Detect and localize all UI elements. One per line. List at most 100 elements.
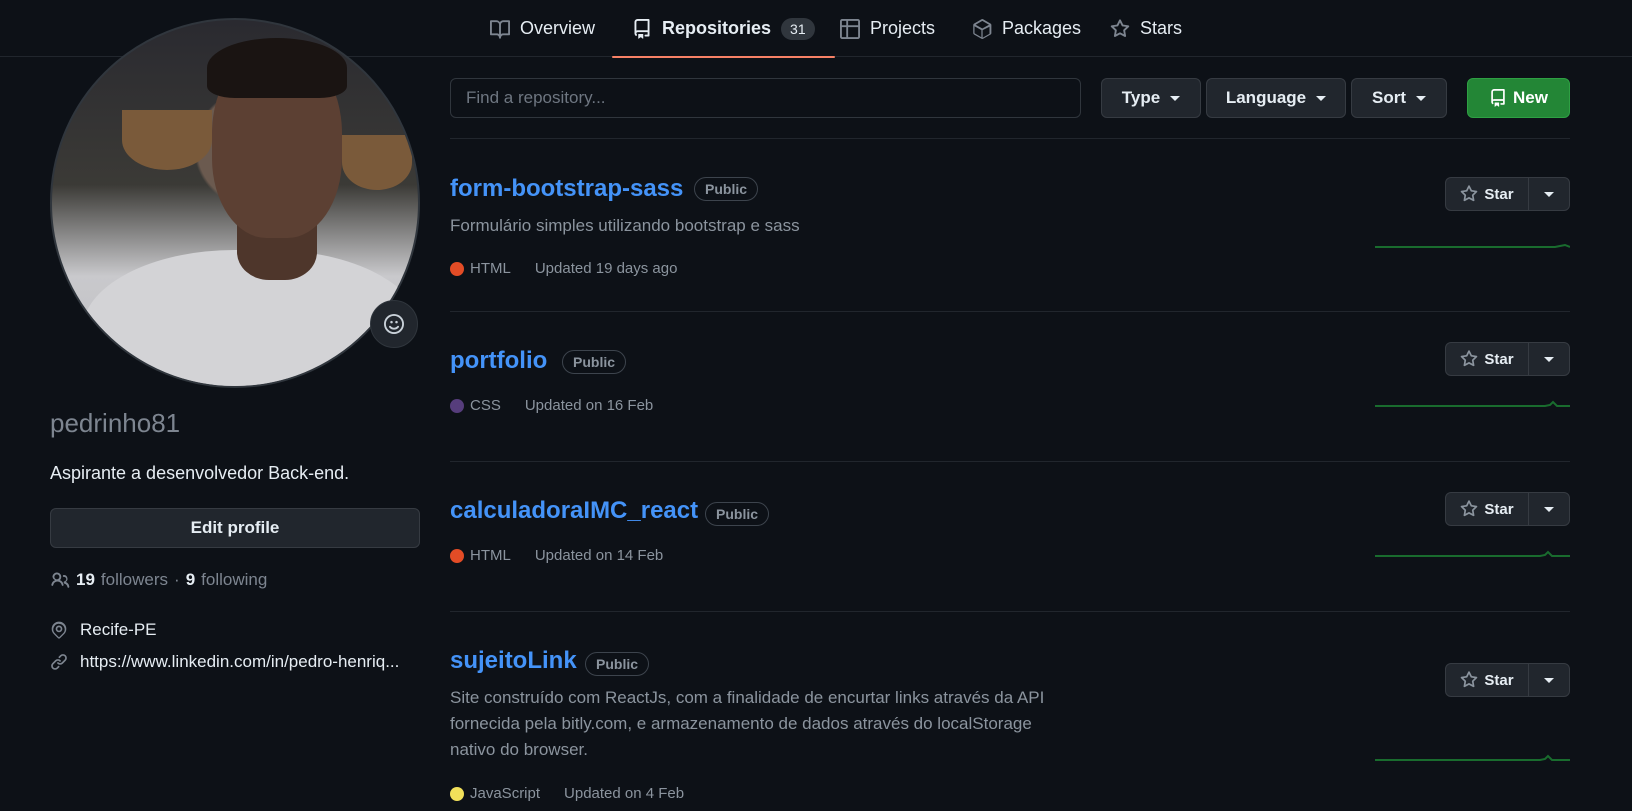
star-button[interactable]: Star [1446, 178, 1529, 210]
star-list-dropdown[interactable] [1529, 178, 1569, 210]
edit-profile-button[interactable]: Edit profile [50, 508, 420, 548]
set-status-button[interactable] [370, 300, 418, 348]
star-label: Star [1484, 500, 1514, 518]
repo-description: Site construído com ReactJs, com a final… [450, 685, 1070, 763]
avatar-detail [207, 38, 347, 98]
caret-down-icon [1316, 95, 1327, 101]
repo-updated: Updated 19 days ago [534, 260, 678, 277]
star-icon [1461, 350, 1478, 367]
repo-description: Formulário simples utilizando bootstrap … [450, 216, 800, 235]
star-icon [1461, 500, 1478, 517]
username: pedrinho81 [50, 408, 181, 438]
caret-down-icon [1544, 356, 1554, 362]
repo-updated: Updated on 4 Feb [564, 785, 685, 802]
visibility-badge: Public [694, 177, 759, 201]
following-link[interactable]: following [201, 570, 267, 590]
description-line: fornecida pela bitly.com, e armazenament… [450, 714, 1032, 733]
tab-label: Packages [1002, 18, 1082, 38]
avatar[interactable] [50, 18, 420, 388]
repo-name-link[interactable]: form-bootstrap-sass [450, 175, 683, 203]
divider [450, 461, 1570, 462]
activity-sparkline [1375, 400, 1570, 407]
profile-website[interactable]: https://www.linkedin.com/in/pedro-henriq… [50, 652, 430, 672]
repo-count-badge: 31 [781, 17, 815, 40]
new-label: New [1513, 88, 1548, 107]
tab-label: Projects [870, 18, 936, 38]
tab-projects[interactable]: Projects [840, 0, 935, 57]
description-line: Site construído com ReactJs, com a final… [450, 688, 1045, 707]
language-label: Language [1225, 88, 1307, 107]
star-list-dropdown[interactable] [1529, 343, 1569, 375]
activity-sparkline [1375, 754, 1570, 761]
repo-meta: JavaScript Updated on 4 Feb [450, 785, 684, 802]
people-icon [51, 572, 70, 588]
separator: · [174, 570, 180, 589]
divider [450, 611, 1570, 612]
repo-language: HTML [470, 260, 511, 277]
star-list-dropdown[interactable] [1529, 493, 1569, 525]
repo-name-link[interactable]: calculadoraIMC_react [450, 497, 698, 525]
star-button[interactable]: Star [1446, 343, 1529, 375]
activity-sparkline [1375, 243, 1570, 248]
tab-repositories[interactable]: Repositories 31 [612, 0, 835, 58]
star-button-group: Star [1445, 663, 1570, 697]
language-color-dot [450, 786, 464, 801]
caret-down-icon [1544, 506, 1554, 512]
star-icon [1461, 185, 1478, 202]
repo-language: HTML [470, 547, 511, 564]
repo-icon [1491, 89, 1505, 107]
location-icon [51, 621, 67, 639]
repo-meta: HTML Updated 19 days ago [450, 260, 677, 277]
star-button[interactable]: Star [1446, 664, 1529, 696]
caret-down-icon [1544, 677, 1554, 683]
sort-label: Sort [1372, 88, 1406, 107]
book-icon [490, 19, 510, 39]
follow-stats: 19 followers · 9 following [50, 570, 267, 590]
type-filter-button[interactable]: Type [1101, 78, 1201, 118]
tab-label: Overview [520, 18, 596, 38]
repo-updated: Updated on 16 Feb [524, 397, 654, 414]
visibility-badge: Public [585, 652, 650, 676]
divider [450, 138, 1570, 139]
visibility-badge: Public [705, 502, 770, 526]
description-line: nativo do browser. [450, 740, 588, 759]
tab-overview[interactable]: Overview [490, 0, 595, 57]
followers-count[interactable]: 19 [76, 570, 95, 590]
divider [450, 311, 1570, 312]
followers-link[interactable]: followers [101, 570, 168, 590]
link-icon [51, 654, 67, 670]
star-button-group: Star [1445, 342, 1570, 376]
sort-button[interactable]: Sort [1351, 78, 1447, 118]
repo-name-link[interactable]: portfolio [450, 347, 547, 375]
repo-icon [634, 18, 650, 39]
repo-meta: HTML Updated on 14 Feb [450, 547, 663, 564]
star-button[interactable]: Star [1446, 493, 1529, 525]
repo-language: CSS [470, 397, 501, 414]
tab-stars[interactable]: Stars [1110, 0, 1182, 57]
package-icon [973, 18, 992, 39]
language-filter-button[interactable]: Language [1206, 78, 1346, 118]
visibility-badge: Public [562, 350, 627, 374]
activity-sparkline [1375, 550, 1570, 557]
repo-language: JavaScript [470, 785, 541, 802]
tab-label: Stars [1140, 18, 1183, 38]
find-repository-input[interactable] [450, 78, 1081, 118]
avatar-detail [122, 110, 212, 170]
website-link[interactable]: https://www.linkedin.com/in/pedro-henriq… [80, 652, 399, 672]
repo-name-link[interactable]: sujeitoLink [450, 647, 577, 675]
new-repository-button[interactable]: New [1467, 78, 1570, 118]
caret-down-icon [1416, 95, 1426, 101]
caret-down-icon [1170, 95, 1181, 101]
smiley-icon [384, 314, 404, 334]
repo-meta: CSS Updated on 16 Feb [450, 397, 653, 414]
star-label: Star [1484, 350, 1514, 368]
star-button-group: Star [1445, 177, 1570, 211]
tab-packages[interactable]: Packages [972, 0, 1081, 57]
following-count[interactable]: 9 [186, 570, 195, 590]
table-icon [840, 18, 860, 39]
tab-label: Repositories [662, 18, 772, 38]
star-list-dropdown[interactable] [1529, 664, 1569, 696]
profile-bio: Aspirante a desenvolvedor Back-end. [50, 463, 350, 483]
star-icon [1110, 18, 1130, 37]
language-color-dot [450, 548, 464, 563]
